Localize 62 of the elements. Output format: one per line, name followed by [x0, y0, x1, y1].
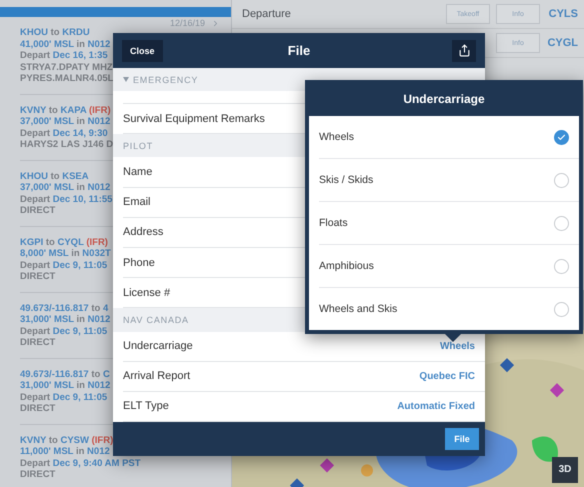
- disclosure-icon: [123, 77, 129, 82]
- row-value: Quebec FIC: [419, 370, 475, 382]
- row-value: Wheels: [440, 340, 475, 352]
- 3d-button[interactable]: 3D: [552, 456, 578, 482]
- trip-line: STRYA7.DPATY MHZ: [20, 62, 113, 73]
- trip-line: Depart Dec 9, 11:05: [20, 260, 108, 271]
- trip-line: KGPI to CYQL (IFR): [20, 236, 108, 248]
- trip-line: DIRECT: [20, 271, 56, 282]
- radio-icon[interactable]: [554, 172, 569, 188]
- trip-line: 49.673/-116.817 to 4: [20, 302, 108, 314]
- option-row[interactable]: Amphibious: [319, 245, 579, 288]
- trip-line: 41,000' MSL in N012: [20, 38, 110, 50]
- trip-line: Depart Dec 16, 1:35: [20, 50, 108, 62]
- trip-line: HARYS2 LAS J146 D: [20, 139, 114, 150]
- trip-line: PYRES.MALNR4.05L: [20, 73, 114, 84]
- trip-line: Depart Dec 14, 9:30: [20, 128, 108, 139]
- radio-icon[interactable]: [554, 302, 569, 316]
- dialog-title: File: [288, 43, 310, 58]
- trip-line: 37,000' MSL in N012: [20, 116, 110, 128]
- trip-line: DIRECT: [20, 205, 56, 216]
- trip-line: DIRECT: [20, 469, 56, 480]
- row-label: ELT Type: [123, 400, 169, 412]
- option-row[interactable]: Floats: [319, 202, 579, 245]
- trip-line: KHOU to KRDU: [20, 27, 90, 38]
- trip-line: KVNY to KAPA (IFR): [20, 104, 111, 116]
- trip-line: 49.673/-116.817 to C: [20, 368, 110, 380]
- trip-line: Depart Dec 10, 11:55: [20, 194, 112, 205]
- option-label: Skis / Skids: [319, 174, 374, 186]
- row-label: Undercarriage: [123, 340, 193, 352]
- trip-line: Depart Dec 9, 11:05: [20, 326, 108, 337]
- radio-icon[interactable]: [554, 258, 569, 274]
- option-row[interactable]: Wheels: [319, 116, 579, 159]
- row-label: Phone: [123, 256, 155, 269]
- option-row[interactable]: Skis / Skids: [319, 159, 579, 202]
- close-button[interactable]: Close: [122, 40, 163, 62]
- row-label: Survival Equipment Remarks: [123, 112, 265, 125]
- share-button[interactable]: [452, 40, 476, 62]
- trip-line: 31,000' MSL in N012: [20, 314, 110, 326]
- form-row[interactable]: Arrival Report Quebec FIC: [123, 362, 485, 392]
- trip-line: DIRECT: [20, 403, 56, 414]
- trip-line: DIRECT: [20, 337, 56, 348]
- trip-line: Depart Dec 9, 9:40 AM PST: [20, 458, 141, 469]
- trip-line: 11,000' MSL in N012: [20, 446, 110, 458]
- trip-line: 8,000' MSL in N032T: [20, 248, 111, 260]
- share-icon: [458, 44, 470, 57]
- row-label: Arrival Report: [123, 370, 190, 382]
- trip-line: 31,000' MSL in N012: [20, 380, 110, 392]
- departure-label: Departure: [242, 8, 292, 20]
- trip-line: KHOU to KSEA: [20, 170, 89, 182]
- row-label: Address: [123, 226, 164, 238]
- trip-line: KVNY to CYSW (IFR): [20, 434, 114, 446]
- check-icon[interactable]: [554, 130, 569, 144]
- row-label: Email: [123, 196, 151, 208]
- trip-date: 12/16/19: [170, 18, 206, 28]
- option-label: Amphibious: [319, 260, 374, 272]
- option-label: Floats: [319, 217, 348, 229]
- trip-line: Depart Dec 9, 11:05: [20, 392, 108, 403]
- radio-icon[interactable]: [554, 216, 569, 230]
- row-label: License #: [123, 286, 170, 299]
- row-label: Name: [123, 166, 152, 178]
- trip-line: 37,000' MSL in N012: [20, 182, 110, 194]
- row-value: Automatic Fixed: [397, 400, 475, 412]
